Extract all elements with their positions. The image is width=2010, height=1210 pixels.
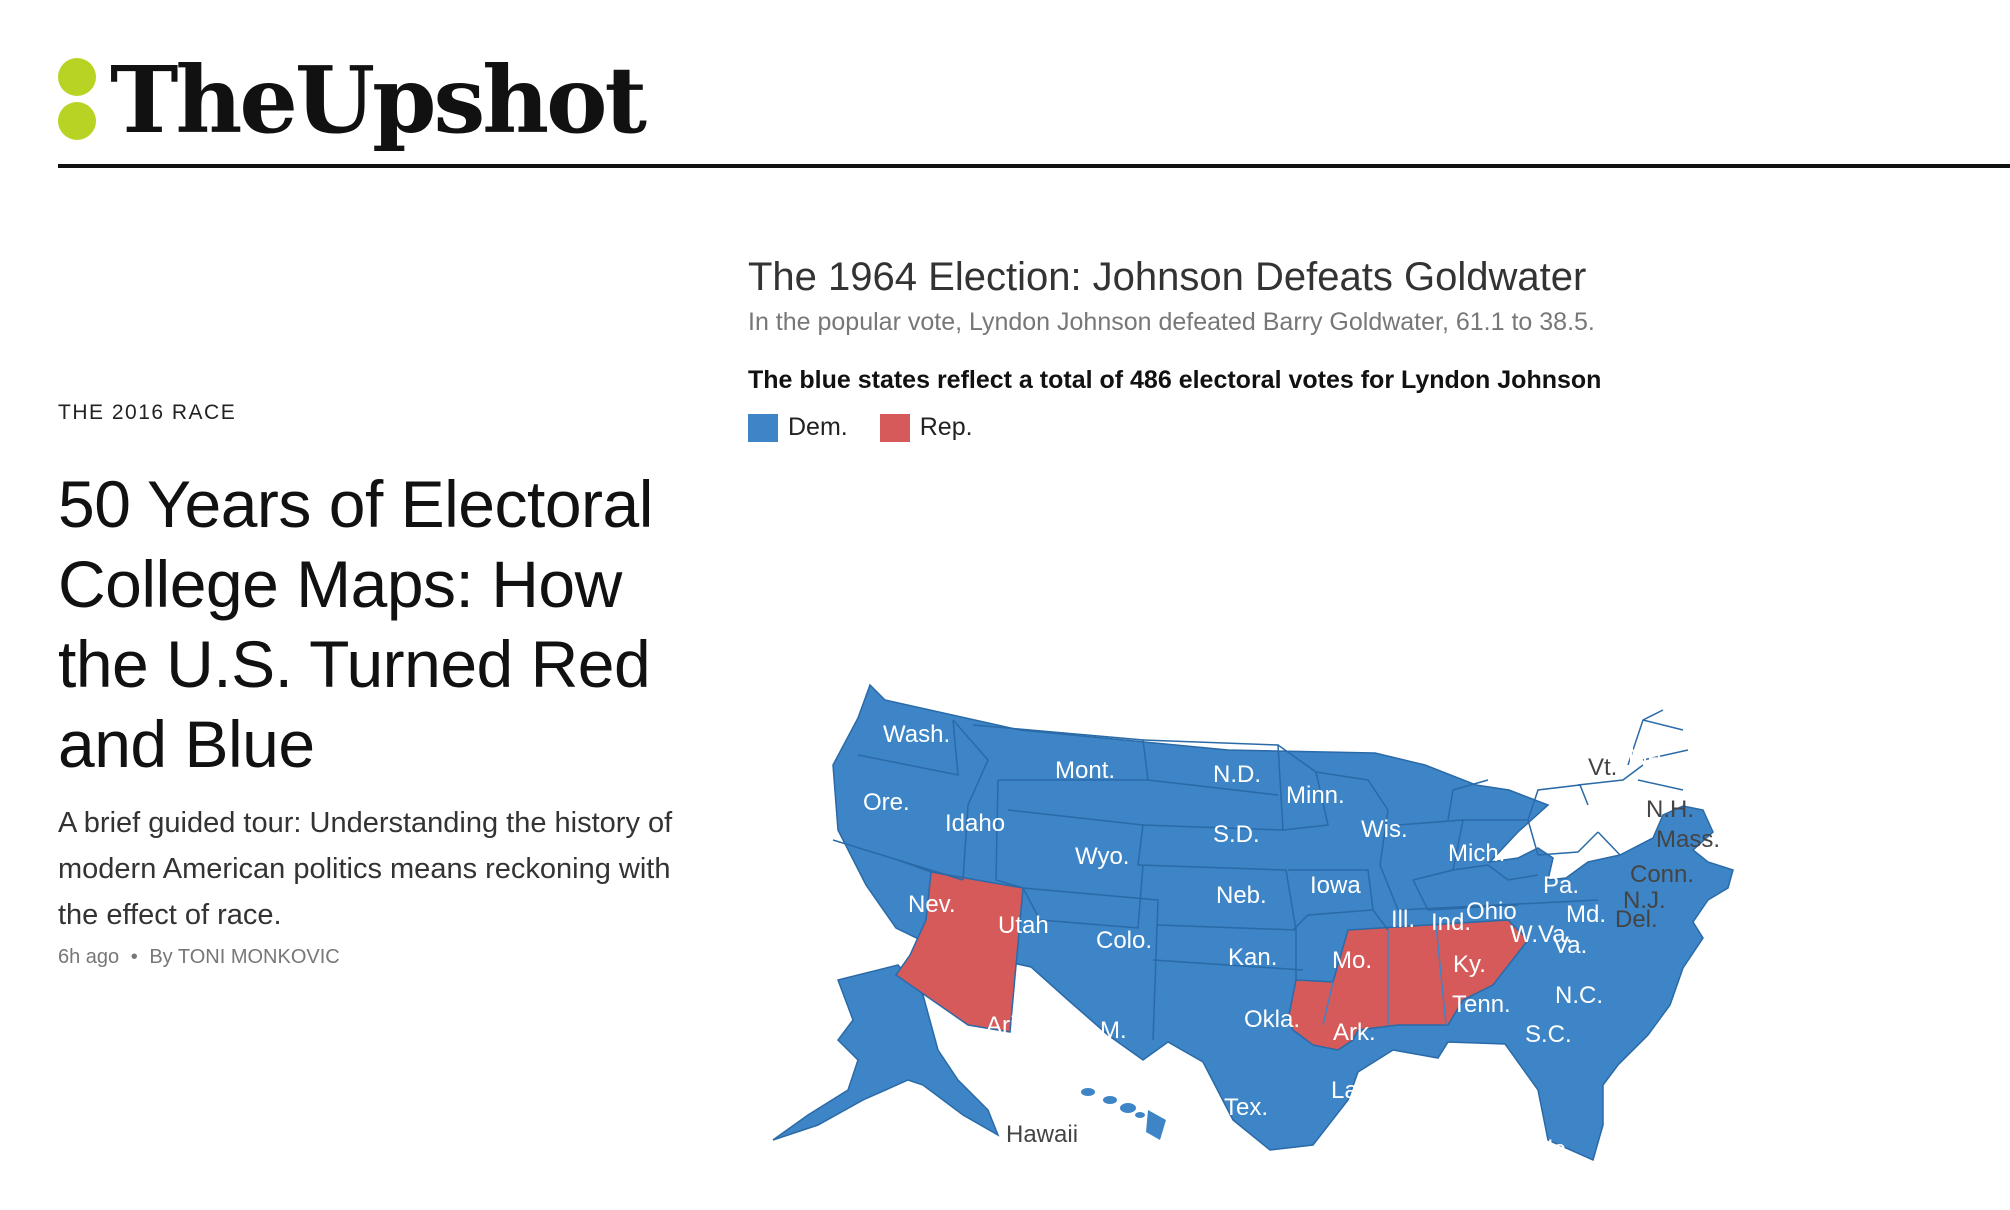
graphic-lead: The blue states reflect a total of 486 e… — [748, 366, 1602, 394]
hawaii-shape — [1081, 1088, 1166, 1140]
state-label-calif: Calif. — [838, 937, 893, 964]
article-summary: THE 2016 RACE 50 Years of Electoral Coll… — [58, 398, 678, 969]
author: By TONI MONKOVIC — [149, 946, 340, 968]
state-label-miss: Miss. — [1378, 1057, 1434, 1084]
masthead-divider — [58, 164, 2010, 168]
state-label-hawaii: Hawaii — [1006, 1121, 1078, 1148]
legend-dem-label: Dem. — [788, 413, 848, 441]
state-label-wash: Wash. — [883, 721, 950, 748]
state-label-n-c: N.C. — [1555, 982, 1603, 1009]
state-label-ga: Ga. — [1488, 1057, 1527, 1084]
dem-swatch — [748, 413, 778, 442]
state-label-okla: Okla. — [1244, 1006, 1300, 1033]
state-label-md: Md. — [1566, 901, 1606, 928]
state-label-mass: Mass. — [1656, 826, 1720, 853]
state-label-ariz: Ariz. — [986, 1012, 1034, 1039]
article-summary-text: A brief guided tour: Understanding the h… — [58, 807, 673, 931]
state-label-fla: Fla. — [1533, 1136, 1573, 1163]
state-label-mont: Mont. — [1055, 757, 1115, 784]
rep-swatch — [879, 413, 910, 442]
us-electoral-map: Wash. Ore. Calif. Idaho Nev. Mont. Wyo. Utah Ari… — [772, 683, 1734, 1163]
state-label-mich: Mich. — [1448, 840, 1505, 867]
legend-rep-label: Rep. — [919, 413, 973, 441]
state-label-me: Me. — [1628, 744, 1668, 771]
byline: 6h ago • By TONI MONKOVIC — [58, 946, 678, 969]
section-kicker[interactable]: THE 2016 RACE — [58, 398, 678, 428]
masthead: TheUpshot — [58, 50, 2008, 150]
state-label-ala: Ala. — [1427, 1055, 1468, 1082]
article-headline[interactable]: 50 Years of Electoral College Maps: How … — [58, 464, 678, 784]
state-label-s-d: S.D. — [1213, 821, 1260, 848]
legend-rep: Rep. — [879, 413, 973, 442]
state-label-ill: Ill. — [1391, 906, 1415, 933]
timestamp: 6h ago — [58, 946, 120, 968]
state-label-w-va: W.Va. — [1510, 921, 1572, 948]
state-label-tenn: Tenn. — [1452, 991, 1511, 1018]
state-label-colo: Colo. — [1096, 927, 1152, 954]
graphic-title: The 1964 Election: Johnson Defeats Goldw… — [748, 255, 1587, 299]
state-label-n-y: N.Y. — [1581, 811, 1625, 838]
state-label-n-j: N.J. — [1623, 887, 1666, 914]
state-label-tex: Tex. — [1224, 1094, 1268, 1121]
state-label-nev: Nev. — [908, 891, 956, 918]
byline-separator: • — [130, 946, 138, 968]
state-label-ore: Ore. — [863, 789, 910, 816]
state-label-pa: Pa. — [1543, 872, 1579, 899]
state-label-minn: Minn. — [1286, 782, 1345, 809]
state-label-n-m: N.M. — [1076, 1017, 1127, 1044]
graphic-subtitle: In the popular vote, Lyndon Johnson defe… — [748, 308, 1595, 336]
state-label-n-d: N.D. — [1213, 761, 1261, 788]
state-label-kan: Kan. — [1228, 944, 1277, 971]
state-label-conn: Conn. — [1630, 861, 1694, 888]
state-label-s-c: S.C. — [1525, 1021, 1572, 1048]
state-label-wyo: Wyo. — [1075, 843, 1129, 870]
upshot-logo[interactable]: TheUpshot — [110, 50, 647, 150]
state-label-wis: Wis. — [1361, 816, 1408, 843]
state-label-utah: Utah — [998, 912, 1049, 939]
election-graphic: The 1964 Election: Johnson Defeats Goldw… — [748, 250, 1978, 1190]
state-label-n-h: N.H. — [1646, 796, 1694, 823]
state-label-vt: Vt. — [1588, 754, 1617, 781]
state-label-ky: Ky. — [1453, 951, 1486, 978]
state-label-alaska: Alaska — [868, 1124, 941, 1151]
state-label-ark: Ark. — [1333, 1019, 1376, 1046]
state-label-idaho: Idaho — [945, 810, 1005, 837]
state-label-iowa: Iowa — [1310, 872, 1361, 899]
legend-dem: Dem. — [748, 413, 848, 442]
map-legend: Dem. Rep. — [748, 413, 1978, 442]
upshot-logo-dots — [58, 58, 96, 140]
state-label-la: La. — [1331, 1077, 1364, 1104]
state-label-mo: Mo. — [1332, 947, 1372, 974]
state-label-neb: Neb. — [1216, 882, 1267, 909]
